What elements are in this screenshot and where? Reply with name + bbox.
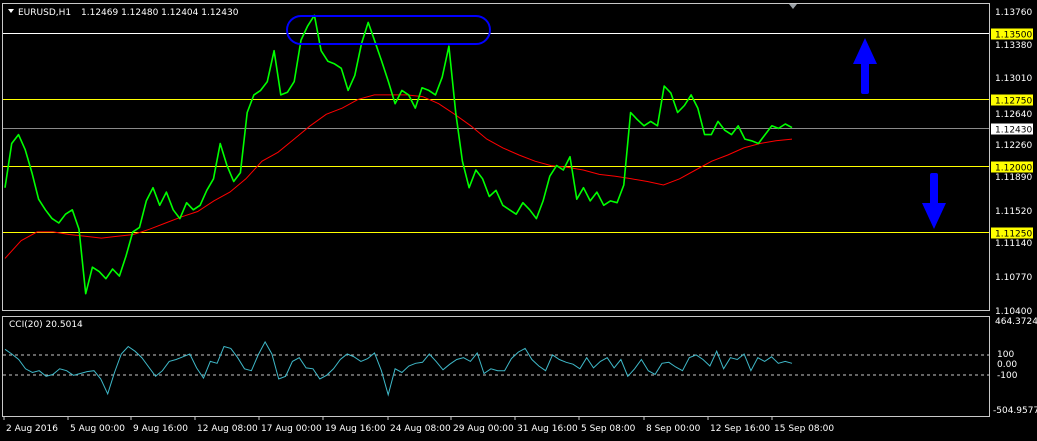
time-tick: 9 Aug 16:00	[133, 424, 188, 434]
price-tick: 1.11140	[995, 239, 1032, 249]
time-tick: 12 Sep 16:00	[710, 424, 770, 434]
price-tick: 1.13760	[995, 8, 1032, 18]
time-tick: 8 Sep 00:00	[646, 424, 701, 434]
cci-tick: 464.3724	[995, 317, 1037, 327]
cci-tick: 0.00	[997, 360, 1017, 370]
price-tick: 1.12640	[995, 110, 1032, 120]
time-tick: 29 Aug 00:00	[453, 424, 514, 434]
level-badge-label: 1.12750	[995, 97, 1032, 107]
chart-window: EURUSD,H1 1.12469 1.12480 1.12404 1.1243…	[0, 0, 1037, 441]
time-tick: 5 Sep 08:00	[581, 424, 636, 434]
price-tick: 1.10400	[995, 307, 1032, 317]
symbol-label: EURUSD,H1	[18, 8, 71, 18]
price-tick: 1.12260	[995, 141, 1032, 151]
price-tick: 1.10770	[995, 273, 1032, 283]
time-tick: 24 Aug 08:00	[390, 424, 451, 434]
price-tick: 1.11520	[995, 207, 1032, 217]
cci-tick: -100	[997, 371, 1018, 381]
time-tick: 17 Aug 00:00	[261, 424, 322, 434]
current-price-label: 1.12430	[995, 126, 1032, 136]
price-tick: 1.13380	[995, 41, 1032, 51]
price-tick: 1.13010	[995, 74, 1032, 84]
level-badge-label: 1.11250	[995, 230, 1032, 240]
time-tick: 31 Aug 16:00	[517, 424, 578, 434]
price-tick: 1.11890	[995, 173, 1032, 183]
time-tick: 2 Aug 2016	[6, 424, 58, 434]
time-tick: 19 Aug 16:00	[325, 424, 386, 434]
level-badge-label: 1.12000	[995, 164, 1032, 174]
time-tick: 15 Sep 08:00	[774, 424, 834, 434]
time-tick: 5 Aug 00:00	[70, 424, 125, 434]
time-tick: 12 Aug 08:00	[197, 424, 258, 434]
cci-label: CCI(20) 20.5014	[9, 320, 83, 330]
cci-tick: 100	[997, 350, 1014, 360]
cci-tick: -504.9577	[993, 406, 1037, 416]
level-badge-label: 1.13500	[995, 31, 1032, 41]
ohlc-label: 1.12469 1.12480 1.12404 1.12430	[81, 8, 239, 18]
